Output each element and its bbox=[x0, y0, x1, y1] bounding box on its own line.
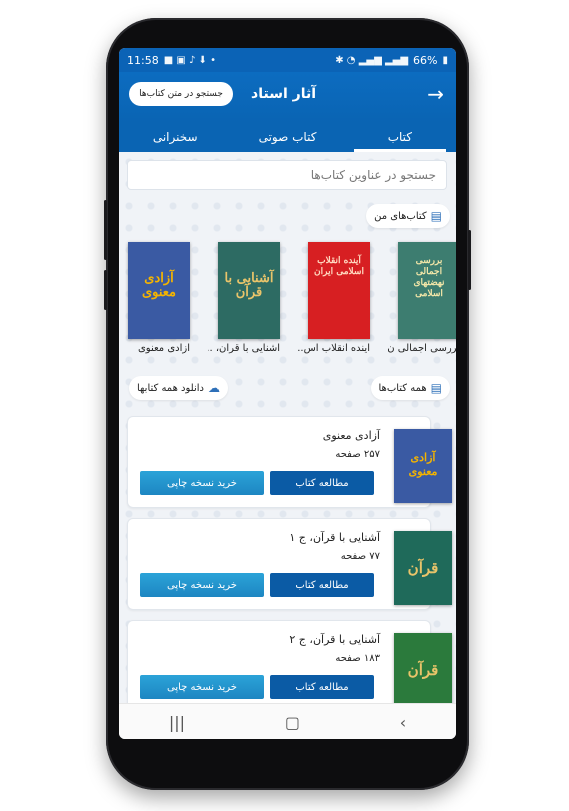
book-title: آشنایی با قرآن، ج ۲ bbox=[289, 633, 380, 646]
book-cover: قرآن bbox=[394, 531, 452, 605]
battery-icon: ▮ bbox=[442, 54, 448, 66]
shelf-book[interactable]: بررسی اجمالی نهضتهای اسلامی بررسی اجمالی… bbox=[388, 242, 456, 354]
all-books-label: همه کتاب‌ها bbox=[378, 382, 427, 394]
book-title: آزادی معنوی bbox=[322, 429, 380, 442]
volume-button bbox=[104, 200, 107, 260]
android-nav-bar: ||| ▢ ‹ bbox=[119, 703, 456, 739]
cloud-download-icon: ☁ bbox=[207, 381, 220, 395]
recent-apps-icon[interactable]: ||| bbox=[169, 713, 185, 732]
clock: 11:58 bbox=[127, 53, 159, 67]
cover-title: قرآن bbox=[407, 559, 439, 577]
tab-lectures[interactable]: سخنرانی bbox=[119, 122, 231, 152]
read-book-button[interactable]: مطالعه کتاب bbox=[270, 471, 374, 495]
shelf-book-title: آشنایی با قرآن، ... bbox=[208, 343, 280, 354]
book-cover: آینده انقلاب اسلامی ایران bbox=[308, 242, 370, 339]
download-all-label: دانلود همه کتابها bbox=[137, 382, 204, 394]
book-cover: آشنایی با قرآن bbox=[218, 242, 280, 339]
book-card: آزادی معنوی آزادی معنوی ۲۵۷ صفحه مطالعه … bbox=[127, 416, 452, 508]
tab-books[interactable]: کتاب bbox=[344, 122, 456, 152]
back-icon[interactable]: ‹ bbox=[400, 713, 406, 732]
book-cover: قرآن bbox=[394, 633, 452, 703]
main-content: جستجو در عناوین کتاب‌ها ▤ کتاب‌های من بر… bbox=[119, 152, 456, 703]
my-books-header[interactable]: ▤ کتاب‌های من bbox=[366, 204, 450, 228]
download-all-button[interactable]: ☁ دانلود همه کتابها bbox=[129, 376, 228, 400]
app-screen: 11:58 ■ ▣ ♪ ⬇ • ✱ ◔ ▂▄▆ ▂▄▆ 66% ▮ → آثار… bbox=[119, 48, 456, 739]
shelf-book-title: آزادی معنوی bbox=[137, 343, 190, 354]
cover-title: بررسی اجمالی نهضتهای اسلامی bbox=[413, 256, 445, 299]
shelf-book-title: آینده انقلاب اس... bbox=[298, 343, 370, 354]
buy-print-button[interactable]: خرید نسخه چاپی bbox=[140, 675, 264, 699]
book-pages: ۷۷ صفحه bbox=[340, 551, 380, 562]
shelf-book[interactable]: آینده انقلاب اسلامی ایران آینده انقلاب ا… bbox=[298, 242, 370, 354]
book-cover: آزادی معنوی bbox=[394, 429, 452, 503]
buy-print-button[interactable]: خرید نسخه چاپی bbox=[140, 573, 264, 597]
full-text-search-button[interactable]: جستجو در متن کتاب‌ها bbox=[129, 82, 233, 106]
shelf-book-title: بررسی اجمالی ن... bbox=[388, 343, 456, 354]
book-pages: ۲۵۷ صفحه bbox=[335, 449, 380, 460]
battery-level: 66% bbox=[413, 53, 438, 67]
tab-audio-books[interactable]: کتاب صوتی bbox=[231, 122, 343, 152]
home-icon[interactable]: ▢ bbox=[285, 713, 300, 732]
shelf-book[interactable]: آشنایی با قرآن آشنایی با قرآن، ... bbox=[208, 242, 280, 354]
status-icons-left: ■ ▣ ♪ ⬇ • bbox=[163, 54, 216, 66]
book-title: آشنایی با قرآن، ج ۱ bbox=[289, 531, 380, 544]
status-bar: 11:58 ■ ▣ ♪ ⬇ • ✱ ◔ ▂▄▆ ▂▄▆ 66% ▮ bbox=[119, 48, 456, 72]
title-search-input[interactable]: جستجو در عناوین کتاب‌ها bbox=[127, 160, 447, 190]
book-cover: آزادی معنوی bbox=[128, 242, 190, 339]
bixby-button bbox=[104, 270, 107, 310]
my-books-label: کتاب‌های من bbox=[374, 210, 427, 222]
tab-bar: کتاب کتاب صوتی سخنرانی bbox=[119, 122, 456, 152]
book-card: قرآن آشنایی با قرآن، ج ۲ ۱۸۳ صفحه مطالعه… bbox=[127, 620, 452, 703]
read-book-button[interactable]: مطالعه کتاب bbox=[270, 675, 374, 699]
all-books-header[interactable]: ▤ همه کتاب‌ها bbox=[370, 376, 450, 400]
book-icon: ▤ bbox=[430, 381, 442, 395]
cover-title: آشنایی با قرآن bbox=[224, 271, 274, 300]
book-card: قرآن آشنایی با قرآن، ج ۱ ۷۷ صفحه مطالعه … bbox=[127, 518, 452, 610]
read-book-button[interactable]: مطالعه کتاب bbox=[270, 573, 374, 597]
app-bar: → آثار استاد جستجو در متن کتاب‌ها bbox=[119, 72, 456, 122]
book-cover: بررسی اجمالی نهضتهای اسلامی bbox=[398, 242, 456, 339]
cover-title: آزادی معنوی bbox=[408, 451, 438, 478]
power-button bbox=[468, 230, 471, 290]
cover-title: آزادی معنوی bbox=[141, 271, 177, 300]
buy-print-button[interactable]: خرید نسخه چاپی bbox=[140, 471, 264, 495]
book-pages: ۱۸۳ صفحه bbox=[335, 653, 380, 664]
book-icon: ▤ bbox=[430, 209, 442, 223]
page-title: آثار استاد bbox=[251, 86, 316, 102]
cover-title: قرآن bbox=[407, 661, 439, 679]
status-icons-right: ✱ ◔ ▂▄▆ ▂▄▆ bbox=[335, 54, 409, 66]
cover-title: آینده انقلاب اسلامی ایران bbox=[314, 256, 364, 277]
shelf-book[interactable]: آزادی معنوی آزادی معنوی bbox=[120, 242, 190, 354]
back-arrow-icon[interactable]: → bbox=[427, 84, 444, 104]
my-books-shelf: بررسی اجمالی نهضتهای اسلامی بررسی اجمالی… bbox=[119, 242, 456, 367]
